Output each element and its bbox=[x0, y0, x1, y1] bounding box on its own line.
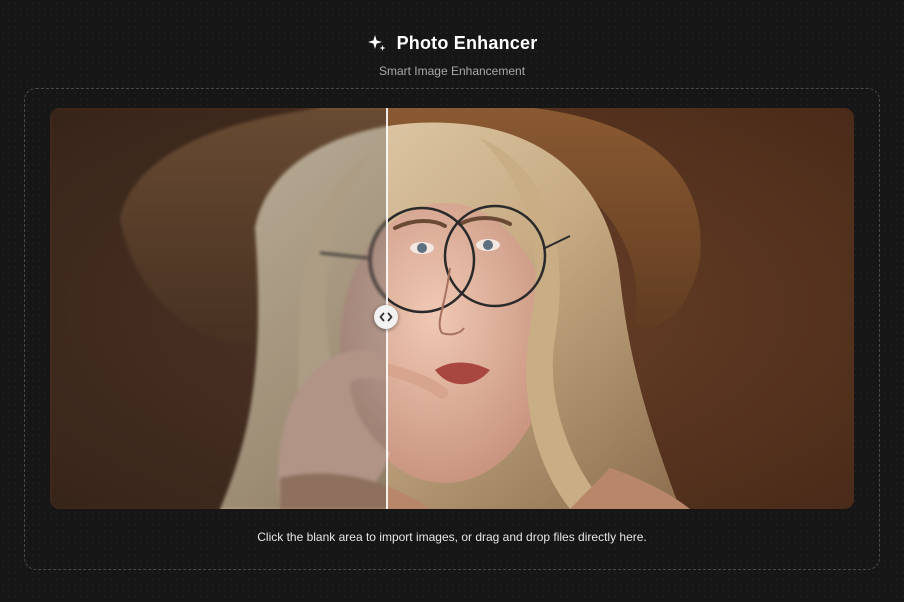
original-photo bbox=[50, 108, 387, 509]
sparkle-icon bbox=[367, 33, 387, 53]
app-subtitle: Smart Image Enhancement bbox=[378, 64, 526, 78]
before-after-comparison[interactable] bbox=[50, 108, 854, 509]
app-title: Photo Enhancer bbox=[396, 32, 538, 53]
title-row: Photo Enhancer bbox=[0, 30, 904, 56]
dropzone-hint: Click the blank area to import images, o… bbox=[257, 530, 647, 544]
app-header: Photo Enhancer Smart Image Enhancement bbox=[0, 30, 904, 78]
arrows-left-right-icon bbox=[379, 312, 393, 322]
original-photo-region bbox=[50, 108, 387, 509]
comparison-slider-handle[interactable] bbox=[374, 305, 398, 329]
